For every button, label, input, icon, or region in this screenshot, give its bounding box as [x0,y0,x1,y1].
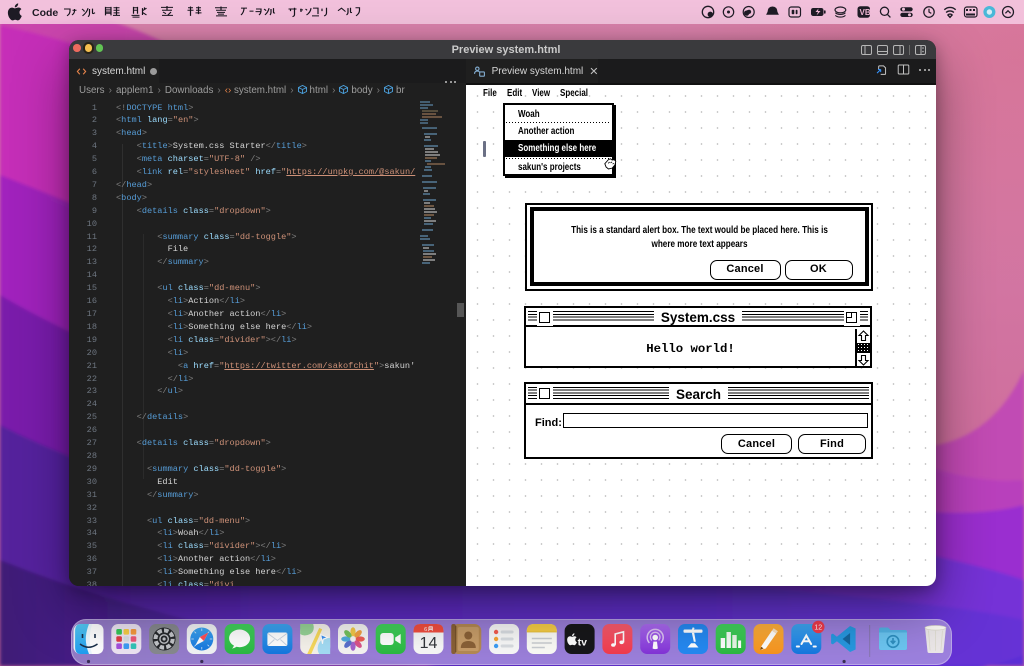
svg-text:tv: tv [578,637,587,649]
svg-text:VB: VB [860,8,871,17]
svg-text:6: 6 [424,627,427,633]
svg-text:14: 14 [420,635,438,652]
svg-text:Code: Code [32,7,58,19]
svg-text:12: 12 [814,624,822,631]
